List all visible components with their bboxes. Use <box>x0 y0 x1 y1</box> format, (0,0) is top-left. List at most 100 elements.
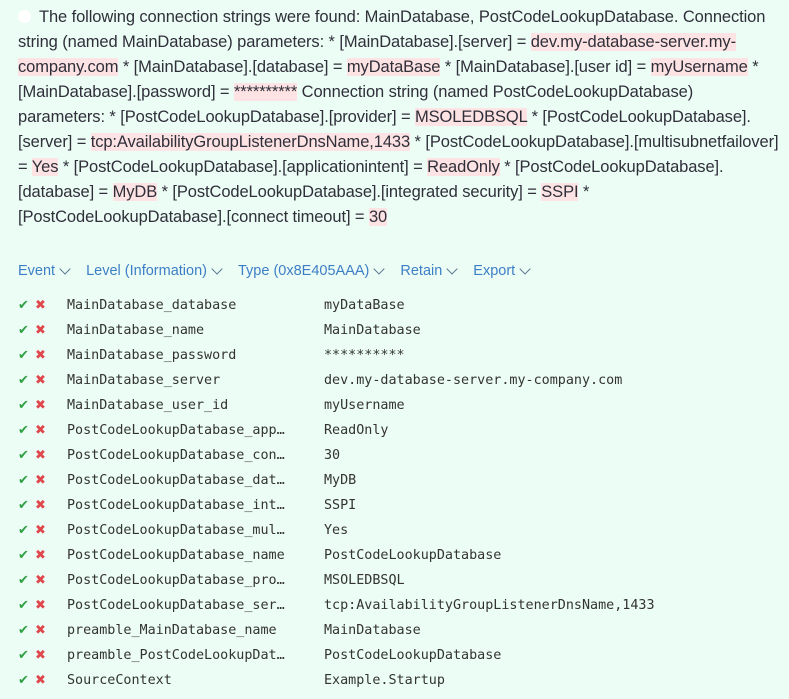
property-name: preamble_MainDatabase_name <box>67 623 277 638</box>
property-row: ✔ ✖ preamble_MainDatabase_name MainDatabase <box>18 618 778 643</box>
chevron-down-icon <box>519 263 531 275</box>
include-filter-check-icon[interactable]: ✔ <box>18 348 35 363</box>
property-row: ✔ ✖ PostCodeLookupDatabase_pro… MSOLEDBSQL <box>18 568 778 593</box>
retain-menu-label: Retain <box>400 263 443 279</box>
property-name: PostCodeLookupDatabase_pro… <box>67 573 285 588</box>
property-row: ✔ ✖ preamble_PostCodeLookupDat… PostCodeLoo… <box>18 643 778 668</box>
property-name: MainDatabase_user_id <box>67 398 229 413</box>
export-menu-button[interactable]: Export <box>473 263 531 279</box>
property-value: SSPI <box>324 498 357 513</box>
property-row: ✔ ✖ MainDatabase_user_id myUsername <box>18 393 778 418</box>
property-name: PostCodeLookupDatabase_mul… <box>67 523 285 538</box>
message-text-segment: * [MainDatabase].[database] = <box>118 58 347 76</box>
property-filter-actions: ✔ ✖ <box>18 598 67 613</box>
include-filter-check-icon[interactable]: ✔ <box>18 598 35 613</box>
property-filter-actions: ✔ ✖ <box>18 573 67 588</box>
message-value-highlight: 30 <box>368 208 388 226</box>
property-name: MainDatabase_database <box>67 298 237 313</box>
event-message: The following connection strings were fo… <box>18 5 780 230</box>
include-filter-check-icon[interactable]: ✔ <box>18 523 35 538</box>
property-value: ReadOnly <box>324 423 389 438</box>
property-filter-actions: ✔ ✖ <box>18 523 67 538</box>
exclude-filter-cross-icon[interactable]: ✖ <box>35 323 52 338</box>
property-name: PostCodeLookupDatabase_ser… <box>67 598 285 613</box>
exclude-filter-cross-icon[interactable]: ✖ <box>35 348 52 363</box>
property-row: ✔ ✖ MainDatabase_database myDataBase <box>18 293 778 318</box>
event-message-text: The following connection strings were fo… <box>18 8 779 226</box>
include-filter-check-icon[interactable]: ✔ <box>18 673 35 688</box>
include-filter-check-icon[interactable]: ✔ <box>18 623 35 638</box>
include-filter-check-icon[interactable]: ✔ <box>18 373 35 388</box>
exclude-filter-cross-icon[interactable]: ✖ <box>35 573 52 588</box>
exclude-filter-cross-icon[interactable]: ✖ <box>35 423 52 438</box>
exclude-filter-cross-icon[interactable]: ✖ <box>35 298 52 313</box>
property-value: Yes <box>324 523 349 538</box>
property-value: Example.Startup <box>324 673 445 688</box>
level-menu-button[interactable]: Level (Information) <box>86 263 223 279</box>
include-filter-check-icon[interactable]: ✔ <box>18 548 35 563</box>
include-filter-check-icon[interactable]: ✔ <box>18 573 35 588</box>
include-filter-check-icon[interactable]: ✔ <box>18 448 35 463</box>
message-text-segment: * [MainDatabase].[user id] = <box>440 58 651 76</box>
property-value: myUsername <box>324 398 405 413</box>
property-row: ✔ ✖ MainDatabase_password ********** <box>18 343 778 368</box>
property-row: ✔ ✖ PostCodeLookupDatabase_dat… MyDB <box>18 468 778 493</box>
include-filter-check-icon[interactable]: ✔ <box>18 323 35 338</box>
message-value-highlight: myDataBase <box>346 58 441 76</box>
message-value-highlight: SSPI <box>541 183 579 201</box>
property-name: PostCodeLookupDatabase_app… <box>67 423 285 438</box>
type-menu-label: Type (0x8E405AAA) <box>237 263 370 279</box>
property-filter-actions: ✔ ✖ <box>18 673 67 688</box>
message-text-segment: * [PostCodeLookupDatabase].[applicationi… <box>58 158 428 176</box>
property-filter-actions: ✔ ✖ <box>18 298 67 313</box>
property-filter-actions: ✔ ✖ <box>18 648 67 663</box>
property-value: dev.my-database-server.my-company.com <box>324 373 623 388</box>
log-event-panel: The following connection strings were fo… <box>0 0 789 699</box>
exclude-filter-cross-icon[interactable]: ✖ <box>35 523 52 538</box>
exclude-filter-cross-icon[interactable]: ✖ <box>35 623 52 638</box>
exclude-filter-cross-icon[interactable]: ✖ <box>35 373 52 388</box>
property-name: SourceContext <box>67 673 172 688</box>
exclude-filter-cross-icon[interactable]: ✖ <box>35 448 52 463</box>
include-filter-check-icon[interactable]: ✔ <box>18 398 35 413</box>
properties-table: ✔ ✖ MainDatabase_database myDataBase ✔ ✖ MainD… <box>18 293 778 693</box>
message-value-highlight: ReadOnly <box>427 158 500 176</box>
chevron-down-icon <box>211 263 223 275</box>
exclude-filter-cross-icon[interactable]: ✖ <box>35 398 52 413</box>
message-value-highlight: tcp:AvailabilityGroupListenerDnsName,143… <box>90 133 411 151</box>
include-filter-check-icon[interactable]: ✔ <box>18 298 35 313</box>
property-row: ✔ ✖ MainDatabase_name MainDatabase <box>18 318 778 343</box>
exclude-filter-cross-icon[interactable]: ✖ <box>35 648 52 663</box>
property-row: ✔ ✖ PostCodeLookupDatabase_con… 30 <box>18 443 778 468</box>
property-filter-actions: ✔ ✖ <box>18 373 67 388</box>
include-filter-check-icon[interactable]: ✔ <box>18 423 35 438</box>
exclude-filter-cross-icon[interactable]: ✖ <box>35 548 52 563</box>
include-filter-check-icon[interactable]: ✔ <box>18 473 35 488</box>
exclude-filter-cross-icon[interactable]: ✖ <box>35 673 52 688</box>
property-name: MainDatabase_password <box>67 348 237 363</box>
message-value-highlight: Yes <box>31 158 59 176</box>
message-value-highlight: MyDB <box>112 183 158 201</box>
property-filter-actions: ✔ ✖ <box>18 448 67 463</box>
property-value: myDataBase <box>324 298 405 313</box>
include-filter-check-icon[interactable]: ✔ <box>18 648 35 663</box>
property-filter-actions: ✔ ✖ <box>18 423 67 438</box>
exclude-filter-cross-icon[interactable]: ✖ <box>35 498 52 513</box>
retain-menu-button[interactable]: Retain <box>400 263 458 279</box>
property-value: PostCodeLookupDatabase <box>324 648 502 663</box>
include-filter-check-icon[interactable]: ✔ <box>18 498 35 513</box>
exclude-filter-cross-icon[interactable]: ✖ <box>35 473 52 488</box>
property-row: ✔ ✖ PostCodeLookupDatabase_int… SSPI <box>18 493 778 518</box>
property-name: MainDatabase_server <box>67 373 221 388</box>
property-row: ✔ ✖ SourceContext Example.Startup <box>18 668 778 693</box>
property-row: ✔ ✖ MainDatabase_server dev.my-database-ser… <box>18 368 778 393</box>
property-filter-actions: ✔ ✖ <box>18 548 67 563</box>
property-value: 30 <box>324 448 341 463</box>
event-menu-button[interactable]: Event <box>18 263 71 279</box>
property-name: PostCodeLookupDatabase_name <box>67 548 285 563</box>
type-menu-button[interactable]: Type (0x8E405AAA) <box>237 263 386 279</box>
property-name: PostCodeLookupDatabase_dat… <box>67 473 285 488</box>
event-toolbar: Event Level (Information) Type (0x8E405A… <box>18 263 546 279</box>
exclude-filter-cross-icon[interactable]: ✖ <box>35 598 52 613</box>
property-row: ✔ ✖ PostCodeLookupDatabase_app… ReadOnly <box>18 418 778 443</box>
